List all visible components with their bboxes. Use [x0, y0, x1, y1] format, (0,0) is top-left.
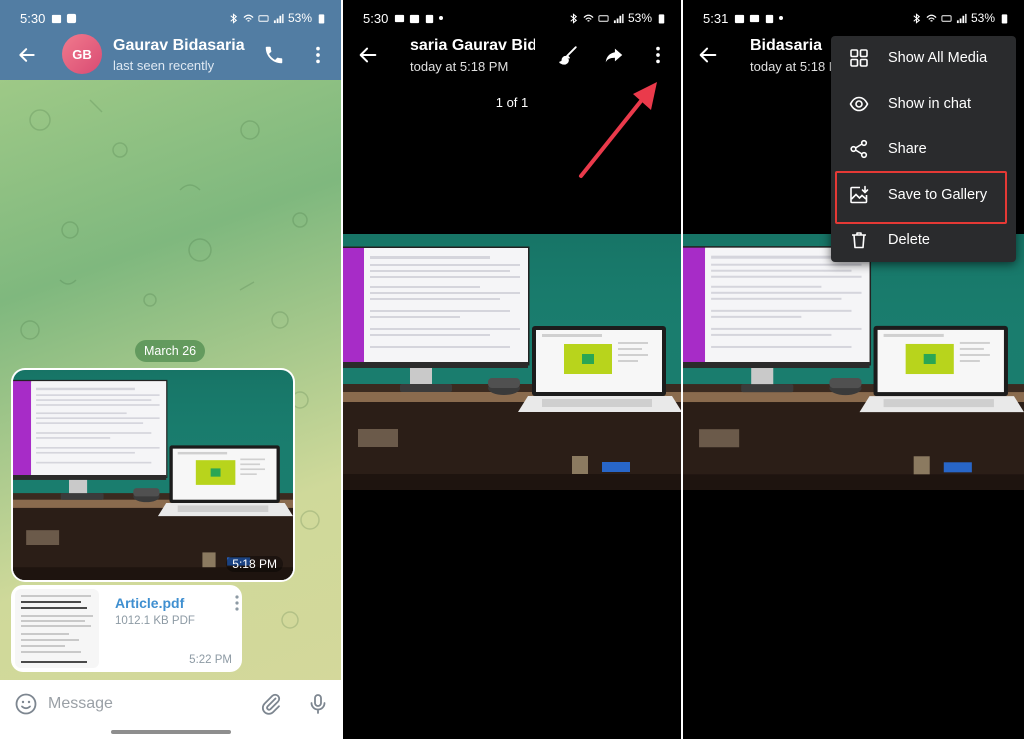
- notification-icon: [764, 13, 775, 24]
- notification-icon: [409, 13, 420, 24]
- battery-icon: [656, 13, 667, 24]
- viewer-subtitle: today at 5:18 PM: [410, 59, 509, 74]
- status-time: 5:30: [363, 10, 389, 26]
- notification-icon: [734, 13, 745, 24]
- signal-icon: [613, 13, 624, 24]
- battery-percentage: 53%: [287, 11, 312, 25]
- wifi-icon: [243, 13, 254, 24]
- message-input[interactable]: [48, 690, 238, 718]
- emoji-button[interactable]: [14, 692, 38, 716]
- wifi-icon: [926, 13, 937, 24]
- signal-icon: [956, 13, 967, 24]
- bluetooth-icon: [568, 12, 579, 24]
- file-size: 1012.1 KB PDF: [115, 615, 195, 627]
- media-viewer-menu-panel: 5:31 53% Bidasaria today at 5:18 PM Show…: [683, 0, 1024, 739]
- bluetooth-icon: [228, 12, 239, 24]
- notification-icon: [51, 13, 62, 24]
- volte-icon: [598, 13, 609, 24]
- viewer-title: saria Gaurav Bid: [410, 37, 535, 54]
- notification-icon: [394, 13, 405, 24]
- phone-icon: [265, 46, 283, 64]
- avatar[interactable]: GB: [62, 34, 102, 74]
- more-options-button[interactable]: [647, 44, 669, 66]
- home-indicator[interactable]: [110, 730, 231, 734]
- file-timestamp: 5:22 PM: [189, 654, 232, 666]
- microphone-icon: [310, 694, 326, 714]
- full-photo[interactable]: [683, 234, 1024, 490]
- file-more-button[interactable]: [234, 594, 240, 612]
- notification-dot: [779, 16, 784, 20]
- paperclip-icon: [262, 693, 281, 715]
- battery-icon: [316, 13, 327, 24]
- contact-last-seen: last seen recently: [113, 58, 215, 73]
- battery-percentage: 53%: [627, 11, 652, 25]
- arrow-left-icon: [699, 47, 717, 63]
- call-button[interactable]: [263, 44, 285, 66]
- back-button[interactable]: [357, 44, 379, 66]
- status-bar: 5:30 53%: [0, 0, 341, 36]
- forward-icon: [605, 48, 623, 63]
- overflow-menu: Show All Media Show in chat Share Save t…: [831, 36, 1016, 262]
- media-counter: 1 of 1: [495, 95, 529, 110]
- smile-icon: [15, 693, 37, 715]
- file-preview[interactable]: [15, 589, 99, 668]
- paint-brush-icon: [559, 46, 577, 65]
- back-button[interactable]: [14, 42, 40, 68]
- status-time: 5:30: [20, 10, 46, 26]
- eye-icon: [849, 94, 869, 114]
- volte-icon: [941, 13, 952, 24]
- wifi-icon: [583, 13, 594, 24]
- battery-percentage: 53%: [970, 11, 995, 25]
- microphone-button[interactable]: [306, 692, 330, 716]
- volte-icon: [258, 13, 269, 24]
- message-composer: [0, 680, 341, 739]
- viewer-title: Bidasaria: [750, 37, 823, 54]
- notification-dot: [439, 16, 444, 20]
- attach-button[interactable]: [259, 692, 283, 716]
- forward-button[interactable]: [603, 44, 625, 66]
- status-bar: 5:31 53%: [683, 0, 1024, 36]
- notification-icon: [66, 13, 77, 24]
- grid-icon: [849, 48, 869, 68]
- photo-thumbnail[interactable]: 5:18 PM: [13, 370, 293, 580]
- notification-icon: [749, 13, 760, 24]
- bluetooth-icon: [911, 12, 922, 24]
- save-gallery-icon: [849, 185, 869, 205]
- contact-name[interactable]: Gaurav Bidasaria: [113, 37, 245, 55]
- edit-button[interactable]: [557, 44, 579, 66]
- date-separator: March 26: [135, 340, 206, 362]
- status-time: 5:31: [703, 10, 729, 26]
- full-photo[interactable]: [343, 234, 681, 490]
- back-button[interactable]: [697, 44, 719, 66]
- trash-icon: [849, 230, 869, 250]
- menu-item-show-in-chat[interactable]: Show in chat: [831, 82, 1016, 126]
- more-vertical-icon: [656, 46, 660, 64]
- photo-message[interactable]: 5:18 PM: [11, 368, 295, 582]
- media-viewer-panel: 5:30 53% saria Gaurav Bid today at 5:18 …: [343, 0, 681, 739]
- file-message[interactable]: Article.pdf 1012.1 KB PDF 5:22 PM: [11, 585, 242, 672]
- menu-item-save-to-gallery[interactable]: Save to Gallery: [831, 173, 1016, 217]
- more-options-button[interactable]: [307, 44, 329, 66]
- notification-icon: [424, 13, 435, 24]
- arrow-left-icon: [19, 48, 35, 62]
- photo-timestamp: 5:18 PM: [226, 556, 283, 572]
- more-vertical-icon: [235, 595, 239, 611]
- more-vertical-icon: [316, 46, 320, 64]
- status-bar: 5:30 53%: [343, 0, 681, 36]
- menu-item-delete[interactable]: Delete: [831, 218, 1016, 262]
- menu-item-show-all-media[interactable]: Show All Media: [831, 36, 1016, 80]
- battery-icon: [999, 13, 1010, 24]
- signal-icon: [273, 13, 284, 24]
- arrow-left-icon: [359, 47, 377, 63]
- share-icon: [849, 139, 869, 159]
- file-name[interactable]: Article.pdf: [115, 595, 184, 611]
- chat-panel: 5:30 53% GB Gaurav Bidasaria last seen r…: [0, 0, 341, 739]
- menu-item-share[interactable]: Share: [831, 127, 1016, 171]
